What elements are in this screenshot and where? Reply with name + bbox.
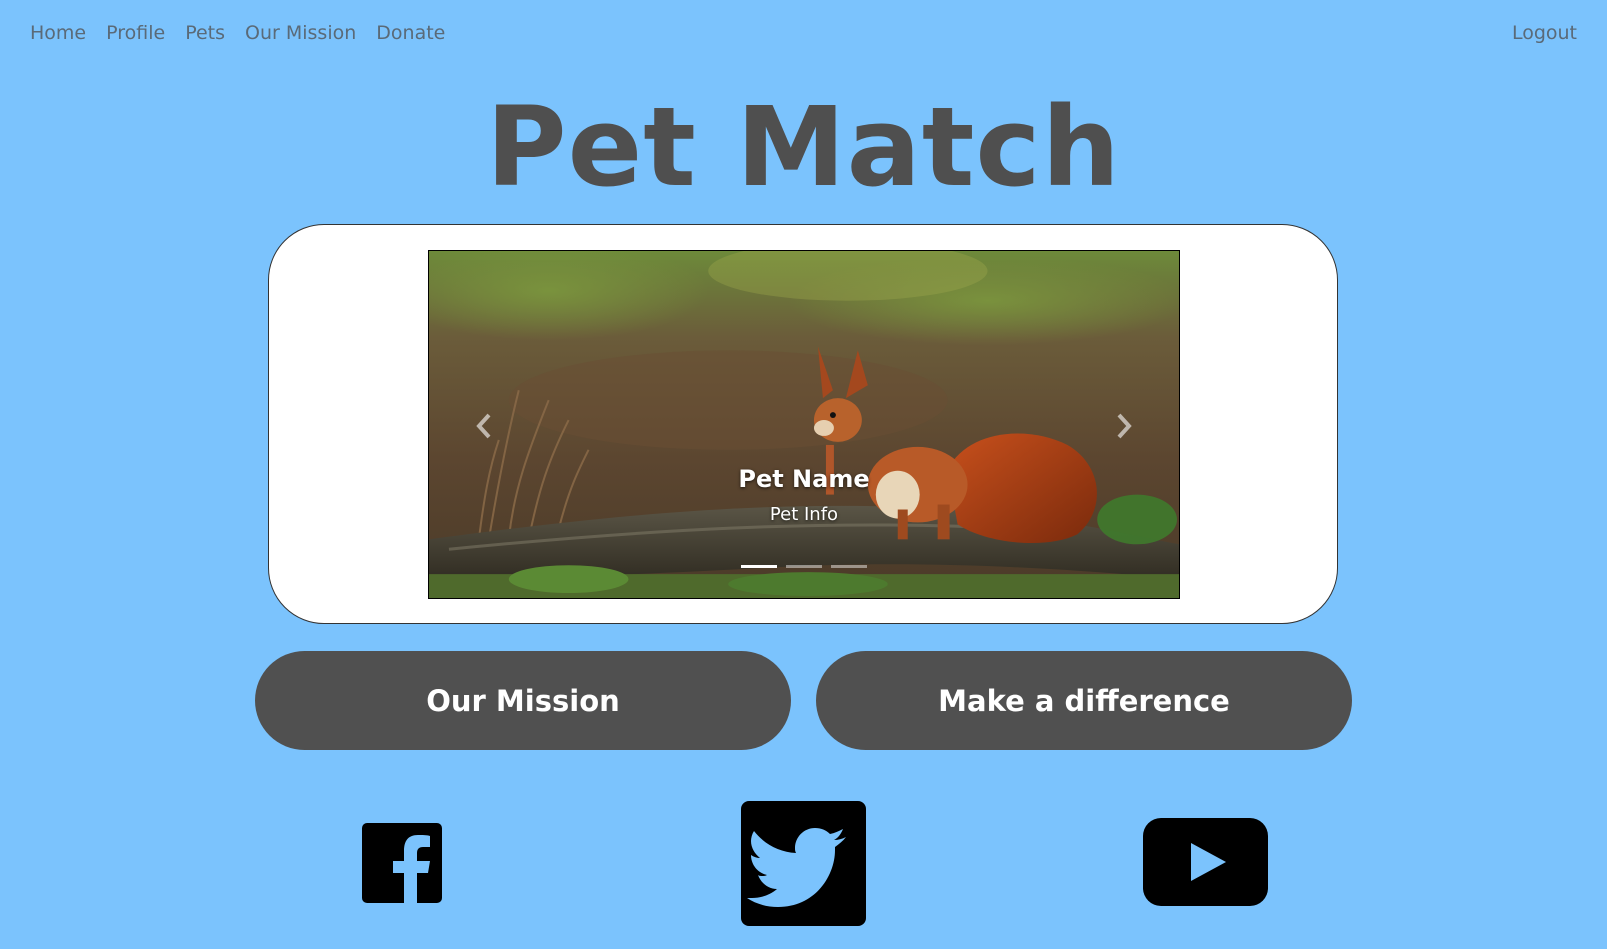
twitter-icon: [741, 801, 866, 926]
chevron-right-icon: [1117, 413, 1132, 439]
logout-link[interactable]: Logout: [1512, 22, 1577, 44]
make-a-difference-button[interactable]: Make a difference: [816, 651, 1352, 750]
youtube-link[interactable]: [1143, 818, 1268, 912]
pet-carousel-card: Pet Name Pet Info: [268, 224, 1338, 624]
chevron-left-icon: [476, 413, 491, 439]
nav-profile-link[interactable]: Profile: [106, 22, 165, 44]
carousel-slide[interactable]: Pet Name Pet Info: [428, 250, 1180, 599]
carousel-prev-button[interactable]: [459, 396, 509, 456]
carousel-indicator[interactable]: [831, 565, 867, 568]
pet-name: Pet Name: [738, 465, 870, 493]
facebook-link[interactable]: [362, 823, 442, 907]
nav-home-link[interactable]: Home: [30, 22, 86, 44]
pet-info: Pet Info: [769, 504, 839, 525]
page-title: Pet Match: [486, 83, 1121, 211]
carousel-indicators: [429, 565, 1179, 568]
carousel-indicator[interactable]: [786, 565, 822, 568]
nav-pets-link[interactable]: Pets: [185, 22, 225, 44]
our-mission-button[interactable]: Our Mission: [255, 651, 791, 750]
slide-caption: Pet Name Pet Info: [429, 463, 1179, 527]
carousel-next-button[interactable]: [1099, 396, 1149, 456]
pet-photo: [429, 251, 1179, 598]
nav-our-mission-link[interactable]: Our Mission: [245, 22, 356, 44]
nav-donate-link[interactable]: Donate: [376, 22, 445, 44]
carousel-indicator[interactable]: [741, 565, 777, 568]
top-nav: Home Profile Pets Our Mission Donate: [30, 22, 445, 44]
twitter-link[interactable]: [741, 801, 866, 930]
facebook-icon: [362, 823, 442, 903]
youtube-icon: [1143, 818, 1268, 906]
